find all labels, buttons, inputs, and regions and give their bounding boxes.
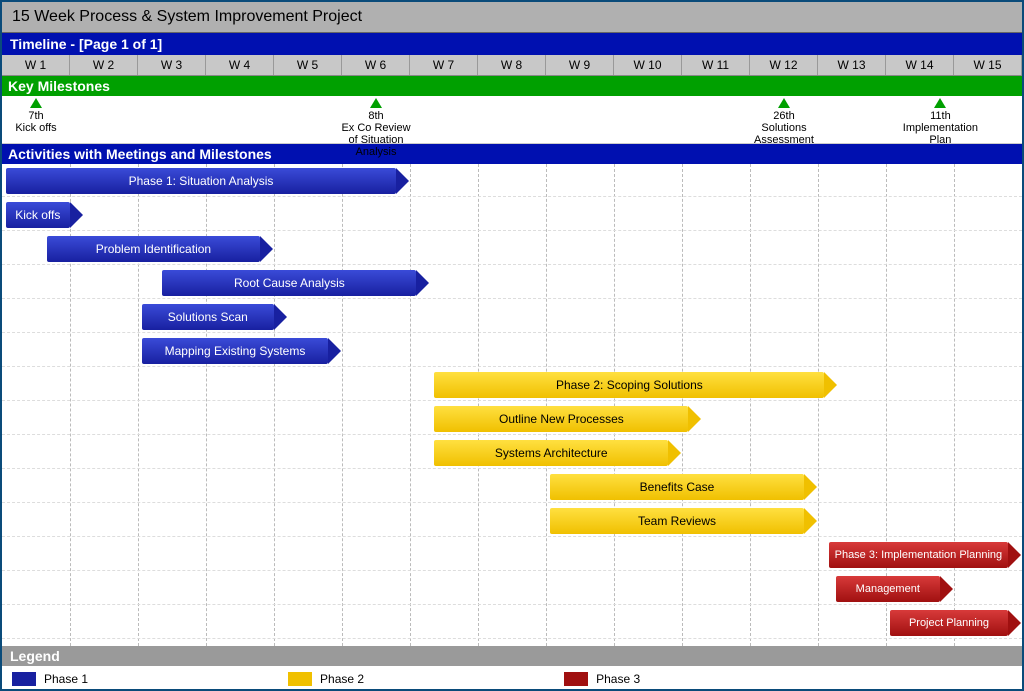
milestones-section-header: Key Milestones xyxy=(2,76,1022,96)
legend-label: Phase 2 xyxy=(320,672,364,686)
gantt-bar: Project Planning xyxy=(890,610,1008,636)
week-axis: W 1W 2W 3W 4W 5W 6W 7W 8W 9W 10W 11W 12W… xyxy=(2,55,1022,76)
legend-header: Legend xyxy=(2,646,1022,666)
milestone-label: Solutions Assessment xyxy=(744,122,824,146)
week-label: W 1 xyxy=(2,55,70,75)
milestones-row: 7thKick offs8thEx Co Review of Situation… xyxy=(2,96,1022,144)
triangle-icon xyxy=(370,98,382,108)
project-timeline-chart: 15 Week Process & System Improvement Pro… xyxy=(0,0,1024,691)
legend-swatch xyxy=(564,672,588,686)
legend-swatch xyxy=(12,672,36,686)
week-label: W 3 xyxy=(138,55,206,75)
milestone-label: Kick offs xyxy=(0,122,76,134)
milestone-date: 7th xyxy=(0,110,76,122)
gantt-bar: Phase 3: Implementation Planning xyxy=(829,542,1008,568)
gantt-bar: Systems Architecture xyxy=(434,440,668,466)
week-label: W 13 xyxy=(818,55,886,75)
milestone-label: Ex Co Review of Situation Analysis xyxy=(336,122,416,158)
week-label: W 4 xyxy=(206,55,274,75)
week-label: W 8 xyxy=(478,55,546,75)
legend-label: Phase 3 xyxy=(596,672,640,686)
milestone-date: 11th xyxy=(900,110,980,122)
gantt-bar: Problem Identification xyxy=(47,236,260,262)
legend-swatch xyxy=(288,672,312,686)
week-label: W 5 xyxy=(274,55,342,75)
milestone-label: Implementation Plan xyxy=(900,122,980,146)
legend-item: Phase 3 xyxy=(564,672,640,686)
week-label: W 6 xyxy=(342,55,410,75)
activities-section-header: Activities with Meetings and Milestones xyxy=(2,144,1022,164)
week-label: W 15 xyxy=(954,55,1022,75)
legend: Phase 1 Phase 2 Phase 3 xyxy=(2,666,1022,691)
milestone-marker: 7thKick offs xyxy=(0,98,76,134)
triangle-icon xyxy=(778,98,790,108)
legend-label: Phase 1 xyxy=(44,672,88,686)
timeline-header: Timeline - [Page 1 of 1] xyxy=(2,33,1022,55)
triangle-icon xyxy=(30,98,42,108)
milestone-marker: 26thSolutions Assessment xyxy=(744,98,824,146)
gantt-bar: Solutions Scan xyxy=(142,304,274,330)
milestone-marker: 11thImplementation Plan xyxy=(900,98,980,146)
page-title: 15 Week Process & System Improvement Pro… xyxy=(2,2,1022,33)
milestone-marker: 8thEx Co Review of Situation Analysis xyxy=(336,98,416,158)
gantt-bar: Outline New Processes xyxy=(434,406,688,432)
week-label: W 2 xyxy=(70,55,138,75)
week-label: W 9 xyxy=(546,55,614,75)
week-label: W 14 xyxy=(886,55,954,75)
milestone-date: 8th xyxy=(336,110,416,122)
milestone-date: 26th xyxy=(744,110,824,122)
gantt-bar: Phase 2: Scoping Solutions xyxy=(434,372,824,398)
gantt-bar: Phase 1: Situation Analysis xyxy=(6,168,396,194)
week-label: W 11 xyxy=(682,55,750,75)
gantt-bar: Kick offs xyxy=(6,202,70,228)
legend-item: Phase 1 xyxy=(12,672,88,686)
gantt-bar: Team Reviews xyxy=(550,508,804,534)
week-label: W 10 xyxy=(614,55,682,75)
week-label: W 7 xyxy=(410,55,478,75)
legend-item: Phase 2 xyxy=(288,672,364,686)
triangle-icon xyxy=(934,98,946,108)
gantt-bar: Root Cause Analysis xyxy=(162,270,416,296)
gantt-bar: Mapping Existing Systems xyxy=(142,338,328,364)
week-label: W 12 xyxy=(750,55,818,75)
gantt-area: Phase 1: Situation Analysis Kick offs Prob… xyxy=(2,164,1022,646)
gantt-bar: Benefits Case xyxy=(550,474,804,500)
gantt-bar: Management Briefings xyxy=(836,576,940,602)
